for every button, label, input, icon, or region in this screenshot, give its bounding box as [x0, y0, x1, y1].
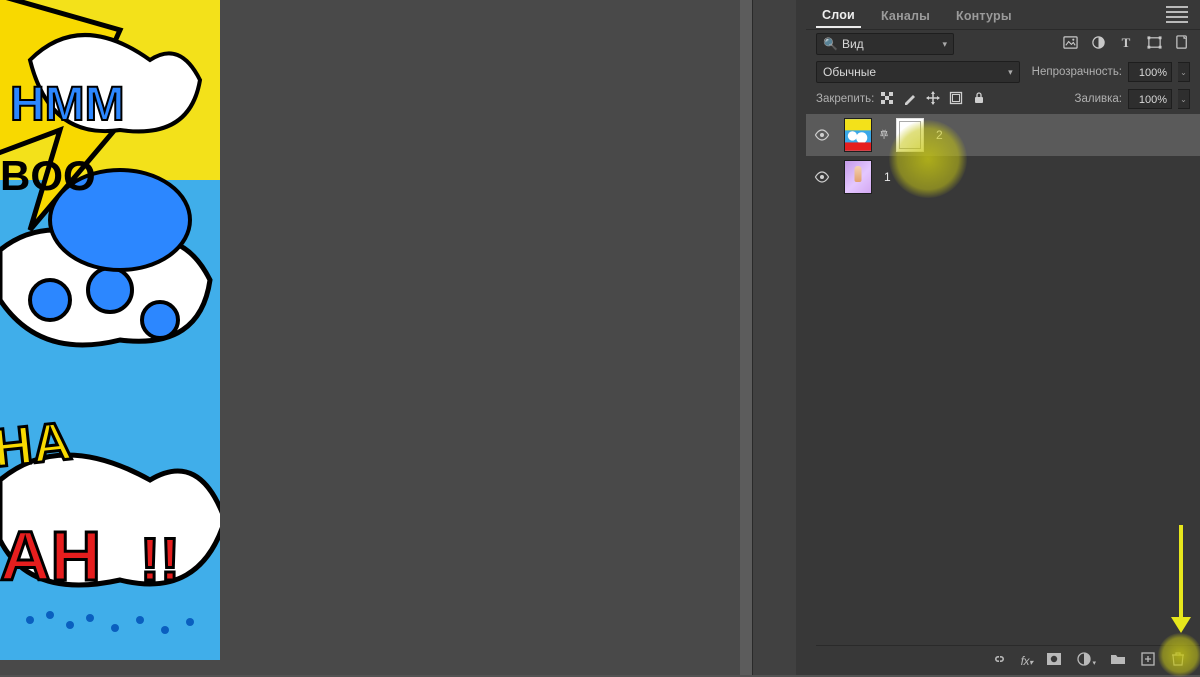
fill-chevron-icon[interactable]: ⌄ [1178, 89, 1190, 109]
lock-row: Закрепить: Заливка: 100% ⌄ [806, 86, 1200, 112]
add-mask-icon[interactable] [1046, 651, 1062, 670]
filter-shape-icon[interactable] [1146, 35, 1162, 53]
layers-bottom-bar: fx▾ ▾ [816, 645, 1200, 675]
new-layer-icon[interactable] [1140, 651, 1156, 670]
layer-name[interactable]: 2 [936, 128, 943, 142]
layers-panel: Слои Каналы Контуры 🔍 Вид ▾ T Обычные ▾ [796, 0, 1200, 675]
new-adjustment-icon[interactable]: ▾ [1076, 651, 1096, 670]
filter-kind-label: Вид [842, 37, 864, 51]
lock-pixels-icon[interactable] [903, 91, 917, 108]
layer-filter-row: 🔍 Вид ▾ T [806, 30, 1200, 58]
chevron-down-icon: ▾ [1008, 67, 1013, 78]
visibility-icon[interactable] [814, 169, 830, 185]
lock-position-icon[interactable] [926, 91, 940, 108]
panel-tabs: Слои Каналы Контуры [806, 0, 1200, 30]
fill-label: Заливка: [1075, 93, 1122, 105]
filter-type-icons: T [1062, 35, 1190, 53]
new-group-icon[interactable] [1110, 651, 1126, 670]
layer-thumbnail[interactable] [844, 118, 872, 152]
tab-layers[interactable]: Слои [816, 2, 861, 28]
opacity-input[interactable]: 100% [1128, 62, 1172, 82]
search-icon: 🔍 [823, 37, 838, 51]
filter-type-icon[interactable]: T [1118, 35, 1134, 53]
blend-mode-value: Обычные [823, 65, 876, 79]
opacity-label: Непрозрачность: [1032, 66, 1122, 78]
svg-text:!!: !! [140, 526, 180, 593]
document-image[interactable]: HMM BOO HA AH !! [0, 0, 220, 660]
chevron-down-icon: ▾ [942, 39, 947, 50]
layer-row[interactable]: 1 [806, 156, 1200, 198]
svg-text:BOO: BOO [0, 152, 96, 199]
fill-input[interactable]: 100% [1128, 89, 1172, 109]
layer-mask-link-icon[interactable]: 𐄷 [878, 128, 890, 142]
ruler-area [740, 0, 752, 675]
separator [752, 0, 753, 675]
lock-transparency-icon[interactable] [880, 91, 894, 108]
layer-thumbnail[interactable] [844, 160, 872, 194]
layers-list: 𐄷 2 1 [806, 112, 1200, 198]
filter-adjustment-icon[interactable] [1090, 35, 1106, 53]
panel-dock-gap [752, 0, 796, 675]
layer-row[interactable]: 𐄷 2 [806, 114, 1200, 156]
blend-row: Обычные ▾ Непрозрачность: 100% ⌄ [806, 58, 1200, 86]
svg-text:HMM: HMM [10, 78, 125, 131]
lock-all-icon[interactable] [972, 91, 986, 108]
svg-text:HA: HA [0, 411, 74, 479]
filter-smartobj-icon[interactable] [1174, 35, 1190, 53]
fx-icon[interactable]: fx▾ [1021, 654, 1033, 668]
layer-mask-thumbnail[interactable] [896, 118, 924, 152]
visibility-icon[interactable] [814, 127, 830, 143]
layer-name[interactable]: 1 [884, 170, 891, 184]
lock-label: Закрепить: [816, 93, 874, 105]
opacity-chevron-icon[interactable]: ⌄ [1178, 62, 1190, 82]
filter-pixel-icon[interactable] [1062, 35, 1078, 53]
canvas-area[interactable]: HMM BOO HA AH !! [0, 0, 740, 675]
delete-layer-icon[interactable] [1170, 651, 1186, 670]
lock-artboard-icon[interactable] [949, 91, 963, 108]
svg-text:AH: AH [0, 517, 101, 595]
filter-kind-dropdown[interactable]: 🔍 Вид ▾ [816, 33, 954, 55]
tab-channels[interactable]: Каналы [875, 3, 936, 27]
blend-mode-dropdown[interactable]: Обычные ▾ [816, 61, 1020, 83]
tab-paths[interactable]: Контуры [950, 3, 1018, 27]
panel-menu-icon[interactable] [1166, 4, 1188, 26]
link-layers-icon[interactable] [991, 651, 1007, 670]
